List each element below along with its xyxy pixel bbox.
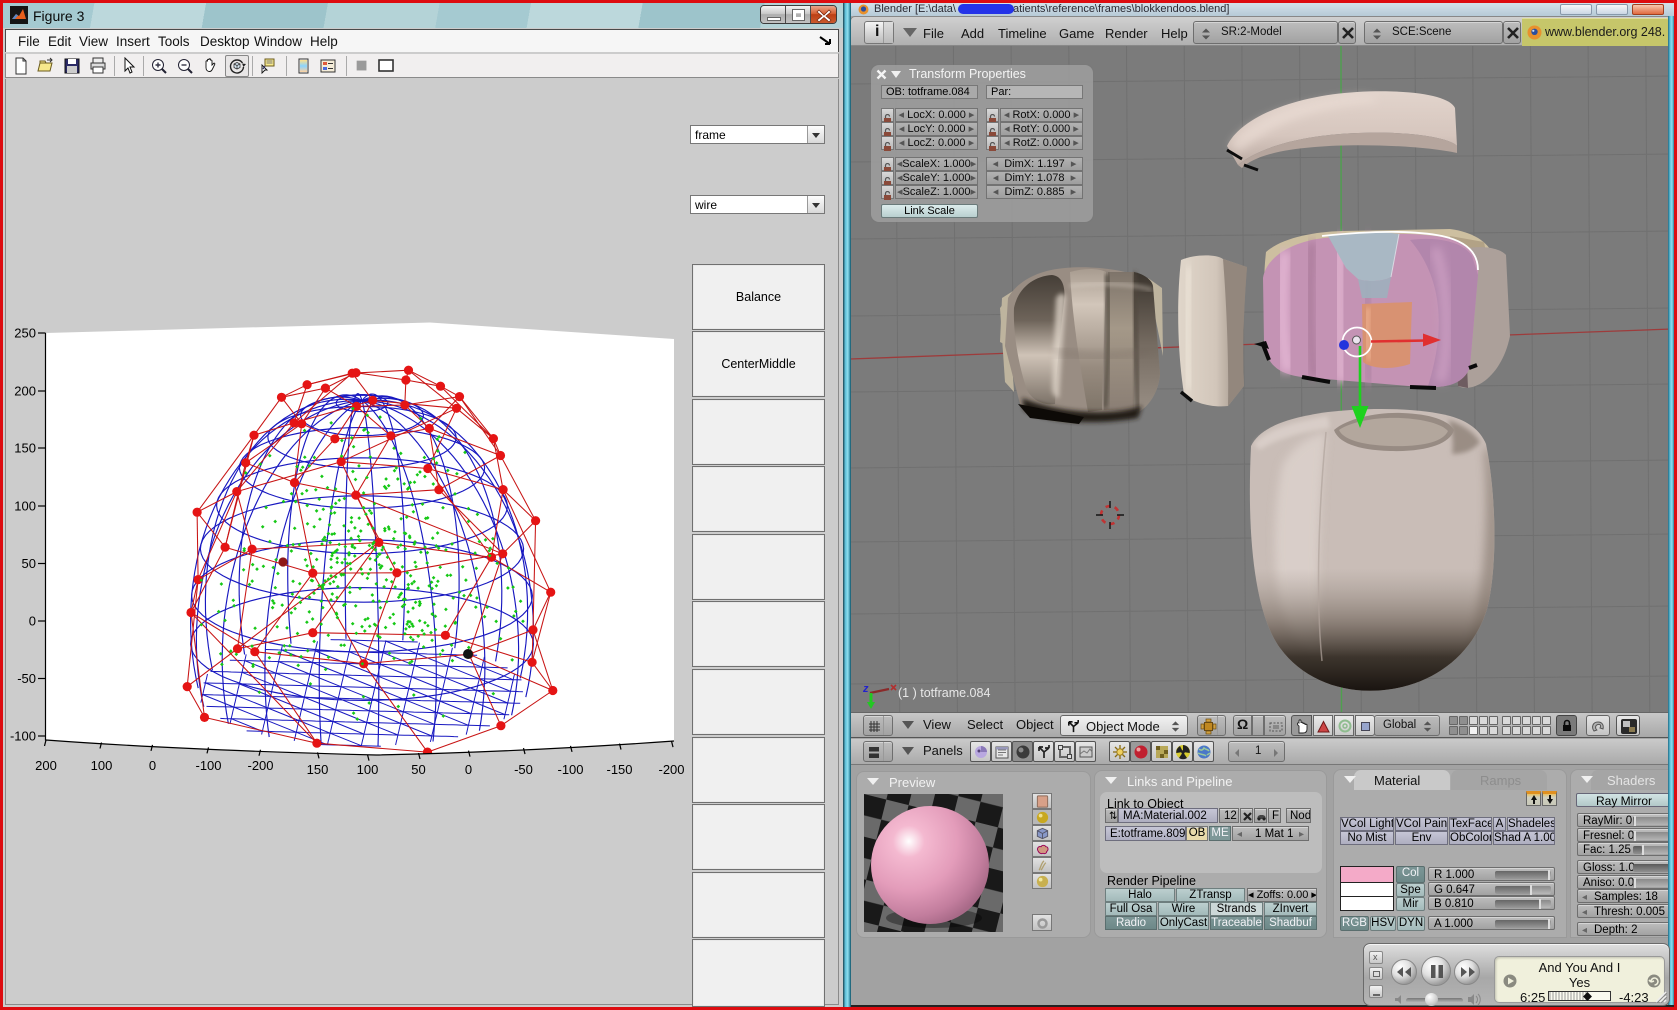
svg-text:z: z — [862, 683, 869, 695]
